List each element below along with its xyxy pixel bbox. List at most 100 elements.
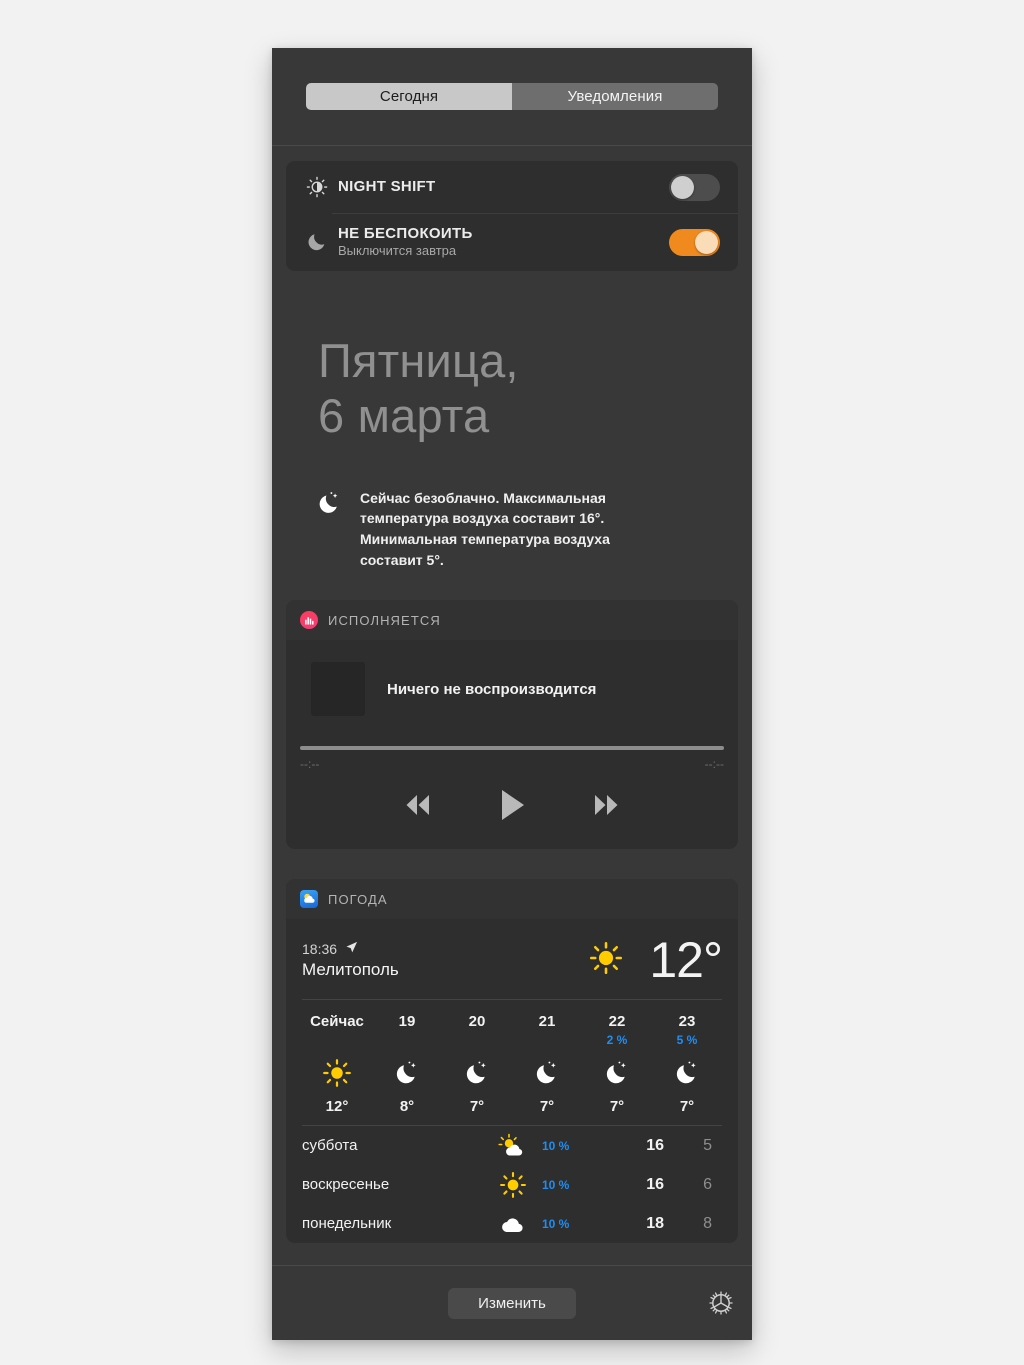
moon-icon: [302, 231, 332, 253]
night-shift-icon: [302, 176, 332, 198]
daily-precip: 10 %: [542, 1138, 570, 1153]
daily-low: 8: [703, 1214, 712, 1232]
night-shift-text: NIGHT SHIFT: [338, 178, 669, 195]
moon-stars-icon: [316, 488, 360, 570]
album-artwork-placeholder: [311, 662, 365, 717]
hourly-label: 19: [398, 1013, 416, 1031]
daily-high: 18: [646, 1214, 664, 1232]
now-playing-widget-title: ИСПОЛНЯЕТСЯ: [328, 612, 441, 628]
moon-stars-icon: [463, 1052, 491, 1094]
weather-daily-forecast: суббота 10 % 16 5 воскресенье 10 % 16 6 …: [302, 1126, 722, 1243]
notification-center-panel: Сегодня Уведомления NIGHT SHIFT НЕ БЕСПО…: [272, 48, 752, 1340]
date-weekday: Пятница,: [318, 334, 519, 387]
playback-progress-bar[interactable]: [300, 746, 724, 751]
hourly-temp: 7°: [469, 1098, 485, 1116]
do-not-disturb-title: НЕ БЕСПОКОИТЬ: [338, 224, 473, 242]
notification-center-footer: Изменить: [272, 1265, 752, 1340]
weather-observation-time-row: 18:36: [302, 941, 589, 957]
now-playing-widget-header[interactable]: ИСПОЛНЯЕТСЯ: [286, 600, 738, 641]
location-arrow-icon: [345, 941, 358, 957]
moon-stars-icon: [603, 1052, 631, 1094]
daily-day-name: понедельник: [302, 1215, 392, 1233]
elapsed-time: --:--: [300, 757, 320, 772]
daily-row: воскресенье 10 % 16 6: [302, 1165, 722, 1204]
music-icon: [300, 611, 318, 630]
daily-row: понедельник 10 % 18 8: [302, 1204, 722, 1243]
daily-high: 16: [646, 1175, 664, 1193]
hourly-label: 20: [468, 1013, 486, 1031]
quick-toggles-card: NIGHT SHIFT НЕ БЕСПОКОИТЬ Выключится зав…: [286, 161, 738, 271]
do-not-disturb-switch[interactable]: [669, 228, 720, 256]
sun-icon: [589, 941, 623, 980]
gear-icon[interactable]: [708, 1290, 734, 1316]
hourly-label: 23: [678, 1013, 696, 1031]
tab-notifications[interactable]: Уведомления: [512, 83, 718, 110]
edit-widgets-button[interactable]: Изменить: [448, 1287, 576, 1319]
weather-widget-title: ПОГОДА: [328, 891, 388, 907]
tab-today-label: Сегодня: [379, 88, 439, 105]
daily-low: 5: [703, 1136, 712, 1154]
hourly-temp: 7°: [539, 1098, 555, 1116]
hourly-temp: 8°: [399, 1098, 415, 1116]
play-icon[interactable]: [496, 787, 528, 823]
weather-widget-header[interactable]: ПОГОДА: [286, 879, 738, 920]
hourly-temp: 12°: [325, 1098, 349, 1116]
rewind-icon[interactable]: [398, 792, 438, 818]
hourly-precip: 5 %: [676, 1033, 698, 1048]
night-shift-row[interactable]: NIGHT SHIFT: [286, 161, 738, 213]
night-shift-switch[interactable]: [669, 173, 720, 201]
do-not-disturb-text: НЕ БЕСПОКОИТЬ Выключится завтра: [338, 225, 669, 259]
daily-day-name: воскресенье: [302, 1176, 390, 1194]
playback-controls: [300, 771, 724, 849]
today-view-scroll-area[interactable]: NIGHT SHIFT НЕ БЕСПОКОИТЬ Выключится зав…: [272, 146, 752, 1265]
weather-current-conditions: 18:36 Мелитополь 12°: [302, 919, 723, 999]
now-playing-widget: ИСПОЛНЯЕТСЯ Ничего не воспроизводится --…: [286, 600, 738, 850]
daily-high: 16: [646, 1136, 664, 1154]
sun-cloud-icon: [492, 1133, 534, 1159]
hourly-item: Сейчас 12°: [302, 1013, 372, 1115]
sun-icon: [492, 1171, 534, 1199]
weather-observation-time: 18:36: [302, 940, 338, 957]
moon-stars-icon: [673, 1052, 701, 1094]
daily-precip: 10 %: [542, 1177, 570, 1192]
hourly-label: 21: [538, 1013, 556, 1031]
hourly-label: Сейчас: [310, 1013, 364, 1031]
weather-summary-text: Сейчас безоблачно. Максимальная температ…: [360, 489, 610, 568]
hourly-temp: 7°: [609, 1098, 625, 1116]
moon-stars-icon: [393, 1052, 421, 1094]
date-heading: Пятница, 6 марта: [318, 333, 738, 444]
weather-current-temperature: 12°: [649, 932, 723, 989]
sun-icon: [322, 1052, 352, 1094]
now-playing-track-area: Ничего не воспроизводится: [300, 640, 724, 717]
weather-city: Мелитополь: [302, 959, 399, 979]
weather-location-block: 18:36 Мелитополь: [302, 941, 589, 980]
view-mode-segmented-control[interactable]: Сегодня Уведомления: [306, 83, 718, 110]
hourly-item: 23 5 % 7°: [652, 1013, 722, 1115]
playback-times: --:-- --:--: [300, 757, 724, 771]
notification-center-header: Сегодня Уведомления: [272, 48, 752, 146]
hourly-item: 21 7°: [512, 1013, 582, 1115]
moon-stars-icon: [533, 1052, 561, 1094]
daily-row: суббота 10 % 16 5: [302, 1126, 722, 1165]
hourly-temp: 7°: [679, 1098, 695, 1116]
weather-hourly-forecast: Сейчас 12° 19 8° 20 7° 21 7° 22 2 % 7° 2…: [302, 1000, 722, 1125]
hourly-item: 22 2 % 7°: [582, 1013, 652, 1115]
do-not-disturb-subtitle: Выключится завтра: [338, 243, 457, 259]
weather-summary: Сейчас безоблачно. Максимальная температ…: [316, 488, 722, 570]
weather-icon: [300, 890, 318, 909]
forward-icon[interactable]: [586, 792, 626, 818]
cloud-icon: [492, 1213, 534, 1235]
tab-today[interactable]: Сегодня: [306, 83, 512, 110]
tab-notifications-label: Уведомления: [567, 88, 663, 105]
weather-widget-body: 18:36 Мелитополь 12° Сейчас 12° 19 8° 20…: [286, 919, 738, 1243]
now-playing-widget-body: Ничего не воспроизводится --:-- --:--: [286, 640, 738, 849]
hourly-label: 22: [608, 1013, 626, 1031]
do-not-disturb-row[interactable]: НЕ БЕСПОКОИТЬ Выключится завтра: [286, 213, 738, 271]
night-shift-title: NIGHT SHIFT: [338, 178, 436, 196]
daily-day-name: суббота: [302, 1137, 358, 1155]
daily-low: 6: [703, 1175, 712, 1193]
night-shift-switch-knob: [671, 175, 694, 199]
date-day-month: 6 марта: [318, 389, 490, 443]
daily-precip: 10 %: [542, 1216, 570, 1231]
hourly-item: 19 8°: [372, 1013, 442, 1115]
